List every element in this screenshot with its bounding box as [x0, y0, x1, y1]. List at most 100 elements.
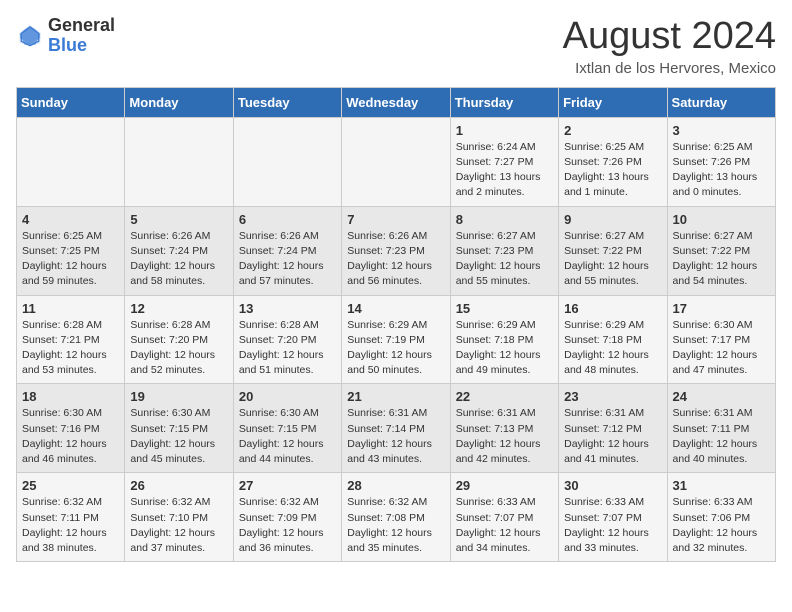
- calendar-cell: [342, 117, 450, 206]
- logo: General Blue: [16, 16, 115, 56]
- day-number: 30: [564, 478, 661, 493]
- calendar-cell: 2Sunrise: 6:25 AMSunset: 7:26 PMDaylight…: [559, 117, 667, 206]
- day-number: 1: [456, 123, 553, 138]
- cell-info: Sunrise: 6:31 AMSunset: 7:11 PMDaylight:…: [673, 406, 770, 467]
- calendar-cell: 9 Sunrise: 6:27 AMSunset: 7:22 PMDaylight…: [559, 206, 667, 295]
- page-header: General Blue August 2024 Ixtlan de los H…: [16, 16, 776, 77]
- calendar-cell: 27Sunrise: 6:32 AMSunset: 7:09 PMDayligh…: [233, 473, 341, 562]
- calendar-cell: 20 Sunrise: 6:30 AMSunset: 7:15 PMDayligh…: [233, 384, 341, 473]
- cell-info: Sunrise: 6:33 AMSunset: 7:07 PMDaylight:…: [564, 495, 661, 556]
- calendar-cell: 15 Sunrise: 6:29 AMSunset: 7:18 PMDayligh…: [450, 295, 558, 384]
- calendar-cell: 3 Sunrise: 6:25 AMSunset: 7:26 PMDaylight…: [667, 117, 775, 206]
- calendar-cell: [233, 117, 341, 206]
- logo-icon: [16, 22, 44, 50]
- calendar-cell: [17, 117, 125, 206]
- calendar-cell: 5 Sunrise: 6:26 AMSunset: 7:24 PMDaylight…: [125, 206, 233, 295]
- day-number: 18: [22, 389, 119, 404]
- cell-info: Sunrise: 6:27 AMSunset: 7:23 PMDaylight:…: [456, 229, 553, 290]
- day-number: 16: [564, 301, 661, 316]
- cell-info: Sunrise: 6:31 AMSunset: 7:14 PMDaylight:…: [347, 406, 444, 467]
- cell-info: Sunrise: 6:29 AMSunset: 7:18 PMDaylight:…: [456, 318, 553, 379]
- calendar-cell: 30 Sunrise: 6:33 AMSunset: 7:07 PMDayligh…: [559, 473, 667, 562]
- cell-info: Sunrise: 6:27 AMSunset: 7:22 PMDaylight:…: [673, 229, 770, 290]
- day-number: 8: [456, 212, 553, 227]
- day-number: 20: [239, 389, 336, 404]
- cell-info: Sunrise: 6:28 AMSunset: 7:20 PMDaylight:…: [239, 318, 336, 379]
- calendar-cell: 10 Sunrise: 6:27 AMSunset: 7:22 PMDayligh…: [667, 206, 775, 295]
- cell-info: Sunrise: 6:30 AMSunset: 7:17 PMDaylight:…: [673, 318, 770, 379]
- header-monday: Monday: [125, 87, 233, 117]
- day-number: 4: [22, 212, 119, 227]
- cell-info: Sunrise: 6:31 AMSunset: 7:13 PMDaylight:…: [456, 406, 553, 467]
- day-number: 21: [347, 389, 444, 404]
- calendar-cell: 18 Sunrise: 6:30 AMSunset: 7:16 PMDayligh…: [17, 384, 125, 473]
- calendar-cell: 21 Sunrise: 6:31 AMSunset: 7:14 PMDayligh…: [342, 384, 450, 473]
- title-block: August 2024 Ixtlan de los Hervores, Mexi…: [563, 16, 776, 77]
- cell-info: Sunrise: 6:26 AMSunset: 7:24 PMDaylight:…: [239, 229, 336, 290]
- calendar-week-2: 4 Sunrise: 6:25 AMSunset: 7:25 PMDaylight…: [17, 206, 776, 295]
- calendar-cell: 25 Sunrise: 6:32 AMSunset: 7:11 PMDayligh…: [17, 473, 125, 562]
- header-thursday: Thursday: [450, 87, 558, 117]
- cell-info: Sunrise: 6:26 AMSunset: 7:24 PMDaylight:…: [130, 229, 227, 290]
- month-title: August 2024: [563, 16, 776, 58]
- day-number: 22: [456, 389, 553, 404]
- calendar-cell: 1Sunrise: 6:24 AMSunset: 7:27 PMDaylight…: [450, 117, 558, 206]
- day-number: 2: [564, 123, 661, 138]
- logo-general: General: [48, 16, 115, 36]
- day-number: 17: [673, 301, 770, 316]
- day-number: 7: [347, 212, 444, 227]
- logo-text: General Blue: [48, 16, 115, 56]
- location-title: Ixtlan de los Hervores, Mexico: [563, 60, 776, 77]
- cell-info: Sunrise: 6:33 AMSunset: 7:07 PMDaylight:…: [456, 495, 553, 556]
- day-number: 26: [130, 478, 227, 493]
- day-number: 13: [239, 301, 336, 316]
- calendar-header-row: SundayMondayTuesdayWednesdayThursdayFrid…: [17, 87, 776, 117]
- calendar-cell: 8 Sunrise: 6:27 AMSunset: 7:23 PMDaylight…: [450, 206, 558, 295]
- day-number: 25: [22, 478, 119, 493]
- cell-info: Sunrise: 6:27 AMSunset: 7:22 PMDaylight:…: [564, 229, 661, 290]
- header-saturday: Saturday: [667, 87, 775, 117]
- cell-info: Sunrise: 6:32 AMSunset: 7:10 PMDaylight:…: [130, 495, 227, 556]
- cell-info: Sunrise: 6:30 AMSunset: 7:15 PMDaylight:…: [130, 406, 227, 467]
- cell-info: Sunrise: 6:30 AMSunset: 7:15 PMDaylight:…: [239, 406, 336, 467]
- cell-info: Sunrise: 6:32 AMSunset: 7:11 PMDaylight:…: [22, 495, 119, 556]
- calendar-cell: 14 Sunrise: 6:29 AMSunset: 7:19 PMDayligh…: [342, 295, 450, 384]
- cell-info: Sunrise: 6:33 AMSunset: 7:06 PMDaylight:…: [673, 495, 770, 556]
- calendar-cell: 19 Sunrise: 6:30 AMSunset: 7:15 PMDayligh…: [125, 384, 233, 473]
- cell-info: Sunrise: 6:25 AMSunset: 7:25 PMDaylight:…: [22, 229, 119, 290]
- calendar-cell: 13 Sunrise: 6:28 AMSunset: 7:20 PMDayligh…: [233, 295, 341, 384]
- calendar-week-4: 18 Sunrise: 6:30 AMSunset: 7:16 PMDayligh…: [17, 384, 776, 473]
- day-number: 5: [130, 212, 227, 227]
- calendar-cell: 31Sunrise: 6:33 AMSunset: 7:06 PMDayligh…: [667, 473, 775, 562]
- day-number: 24: [673, 389, 770, 404]
- day-number: 3: [673, 123, 770, 138]
- header-wednesday: Wednesday: [342, 87, 450, 117]
- day-number: 14: [347, 301, 444, 316]
- day-number: 6: [239, 212, 336, 227]
- calendar-table: SundayMondayTuesdayWednesdayThursdayFrid…: [16, 87, 776, 562]
- calendar-cell: 6 Sunrise: 6:26 AMSunset: 7:24 PMDaylight…: [233, 206, 341, 295]
- calendar-cell: 17 Sunrise: 6:30 AMSunset: 7:17 PMDayligh…: [667, 295, 775, 384]
- day-number: 29: [456, 478, 553, 493]
- cell-info: Sunrise: 6:26 AMSunset: 7:23 PMDaylight:…: [347, 229, 444, 290]
- calendar-week-3: 11 Sunrise: 6:28 AMSunset: 7:21 PMDayligh…: [17, 295, 776, 384]
- calendar-week-1: 1Sunrise: 6:24 AMSunset: 7:27 PMDaylight…: [17, 117, 776, 206]
- day-number: 11: [22, 301, 119, 316]
- day-number: 28: [347, 478, 444, 493]
- day-number: 9: [564, 212, 661, 227]
- day-number: 15: [456, 301, 553, 316]
- cell-info: Sunrise: 6:30 AMSunset: 7:16 PMDaylight:…: [22, 406, 119, 467]
- calendar-cell: [125, 117, 233, 206]
- cell-info: Sunrise: 6:25 AMSunset: 7:26 PMDaylight:…: [673, 140, 770, 201]
- header-sunday: Sunday: [17, 87, 125, 117]
- cell-info: Sunrise: 6:28 AMSunset: 7:21 PMDaylight:…: [22, 318, 119, 379]
- day-number: 19: [130, 389, 227, 404]
- calendar-cell: 26 Sunrise: 6:32 AMSunset: 7:10 PMDayligh…: [125, 473, 233, 562]
- cell-info: Sunrise: 6:29 AMSunset: 7:19 PMDaylight:…: [347, 318, 444, 379]
- cell-info: Sunrise: 6:29 AMSunset: 7:18 PMDaylight:…: [564, 318, 661, 379]
- day-number: 27: [239, 478, 336, 493]
- calendar-cell: 28 Sunrise: 6:32 AMSunset: 7:08 PMDayligh…: [342, 473, 450, 562]
- calendar-week-5: 25 Sunrise: 6:32 AMSunset: 7:11 PMDayligh…: [17, 473, 776, 562]
- cell-info: Sunrise: 6:32 AMSunset: 7:08 PMDaylight:…: [347, 495, 444, 556]
- day-number: 10: [673, 212, 770, 227]
